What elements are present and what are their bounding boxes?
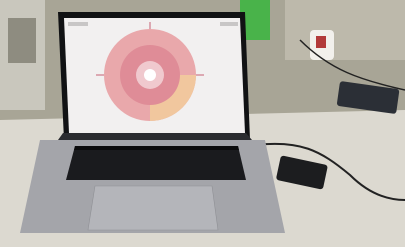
background-shelf xyxy=(285,0,405,60)
window-blinds xyxy=(8,18,36,63)
keyboard xyxy=(66,146,246,180)
screen-toolbar-left xyxy=(68,22,88,26)
touch-bar xyxy=(74,146,239,150)
trackpad xyxy=(87,185,219,231)
mug-logo xyxy=(316,36,326,48)
screen-toolbar-right xyxy=(220,22,238,26)
laptop-hinge xyxy=(58,133,252,140)
sunburst-center xyxy=(144,69,156,81)
photo-scene xyxy=(0,0,405,247)
